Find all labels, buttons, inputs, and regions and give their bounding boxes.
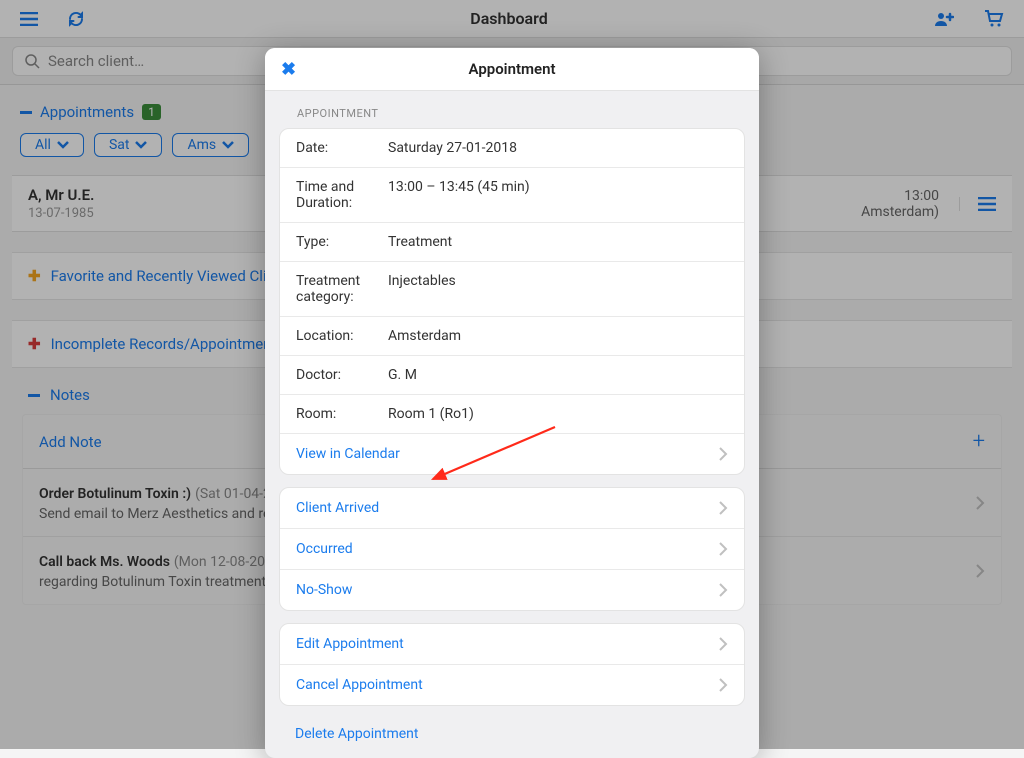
view-calendar-label: View in Calendar	[296, 446, 400, 462]
chevron-right-icon	[719, 542, 728, 556]
chevron-right-icon	[719, 583, 728, 597]
cancel-appointment-link[interactable]: Cancel Appointment	[280, 665, 744, 705]
chevron-right-icon	[719, 501, 728, 515]
chevron-right-icon	[719, 447, 728, 461]
delete-label: Delete Appointment	[295, 726, 418, 742]
kv-val: Room 1 (Ro1)	[388, 406, 474, 422]
modal-overlay: ✖ Appointment APPOINTMENT Date:Saturday …	[0, 0, 1024, 749]
kv-val: Injectables	[388, 273, 456, 305]
view-calendar-link[interactable]: View in Calendar	[280, 434, 744, 474]
status-actions-card: Client Arrived Occurred No-Show	[279, 487, 745, 611]
chevron-right-icon	[719, 678, 728, 692]
modal-title: Appointment	[281, 60, 743, 78]
edit-label: Edit Appointment	[296, 636, 404, 652]
edit-actions-card: Edit Appointment Cancel Appointment	[279, 623, 745, 706]
appointment-modal: ✖ Appointment APPOINTMENT Date:Saturday …	[265, 48, 759, 758]
kv-key: Doctor:	[296, 367, 388, 383]
kv-val: G. M	[388, 367, 417, 383]
kv-key: Treatment category:	[296, 273, 388, 305]
delete-appointment-link[interactable]: Delete Appointment	[265, 718, 759, 758]
client-arrived-label: Client Arrived	[296, 500, 379, 516]
modal-header: ✖ Appointment	[265, 48, 759, 91]
kv-val: Saturday 27-01-2018	[388, 140, 517, 156]
kv-key: Type:	[296, 234, 388, 250]
edit-appointment-link[interactable]: Edit Appointment	[280, 624, 744, 665]
occurred-link[interactable]: Occurred	[280, 529, 744, 570]
kv-key: Room:	[296, 406, 388, 422]
kv-key: Date:	[296, 140, 388, 156]
close-icon[interactable]: ✖	[281, 59, 296, 80]
client-arrived-link[interactable]: Client Arrived	[280, 488, 744, 529]
chevron-right-icon	[719, 637, 728, 651]
kv-val: Amsterdam	[388, 328, 461, 344]
kv-key: Location:	[296, 328, 388, 344]
cancel-label: Cancel Appointment	[296, 677, 423, 693]
kv-val: Treatment	[388, 234, 452, 250]
noshow-link[interactable]: No-Show	[280, 570, 744, 610]
details-card: Date:Saturday 27-01-2018 Time and Durati…	[279, 128, 745, 475]
kv-val: 13:00 – 13:45 (45 min)	[388, 179, 530, 211]
kv-key: Time and Duration:	[296, 179, 388, 211]
occurred-label: Occurred	[296, 541, 353, 557]
modal-section-label: APPOINTMENT	[265, 91, 759, 128]
noshow-label: No-Show	[296, 582, 352, 598]
